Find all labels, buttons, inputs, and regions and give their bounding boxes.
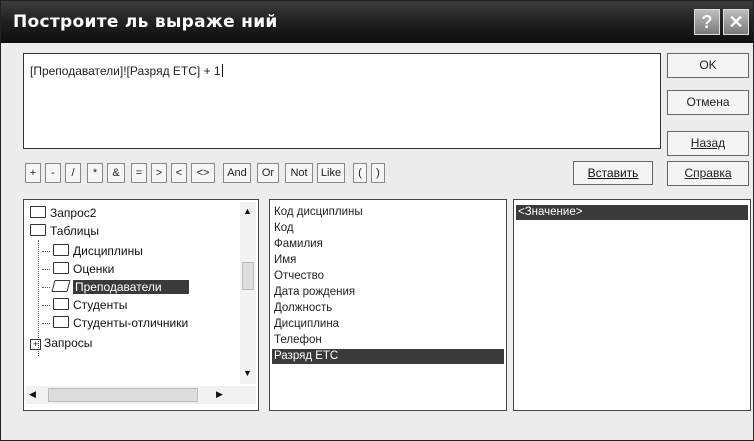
tree-item[interactable]: Дисциплины xyxy=(42,244,143,258)
text-cursor xyxy=(221,64,223,77)
list-item[interactable]: Дата рождения xyxy=(274,286,355,298)
expand-plus-icon: + xyxy=(30,339,41,350)
list-item[interactable]: Дисциплина xyxy=(274,318,339,330)
expression-text: [Преподаватели]![Разряд ETC] + 1 xyxy=(30,64,221,78)
chevron-down-icon[interactable]: ▼ xyxy=(243,368,252,378)
undo-button[interactable]: Назад xyxy=(667,131,749,156)
folder-icon xyxy=(53,244,69,256)
tree-item[interactable]: Таблицы xyxy=(30,224,99,238)
chevron-right-icon[interactable]: ▶ xyxy=(216,389,223,400)
op-like-button[interactable]: Like xyxy=(317,163,345,183)
scroll-thumb[interactable] xyxy=(48,388,198,402)
list-item-selected[interactable]: <Значение> xyxy=(518,206,582,218)
list-item[interactable]: Отчество xyxy=(274,270,324,282)
chevron-left-icon[interactable]: ◀ xyxy=(29,389,36,400)
object-tree[interactable]: Запрос2 Таблицы Дисциплины Оценки Препод… xyxy=(23,199,259,411)
op-equals-button[interactable]: = xyxy=(131,163,147,183)
list-item[interactable]: Имя xyxy=(274,254,296,266)
tree-item[interactable]: Запрос2 xyxy=(30,206,96,220)
list-item-selected[interactable]: Разряд ETC xyxy=(274,350,338,362)
tree-horizontal-scrollbar[interactable]: ◀ ▶ xyxy=(26,386,256,404)
tree-vertical-scrollbar[interactable]: ▲ ▼ xyxy=(240,202,256,384)
tree-item[interactable]: Студенты xyxy=(42,298,127,312)
list-item[interactable]: Телефон xyxy=(274,334,322,346)
chevron-up-icon[interactable]: ▲ xyxy=(243,206,252,216)
tree-item[interactable]: + Запросы xyxy=(30,336,92,350)
op-notequal-button[interactable]: <> xyxy=(191,163,215,183)
tree-item-selected[interactable]: Преподаватели xyxy=(42,280,189,294)
close-icon[interactable]: ✕ xyxy=(723,9,749,35)
op-or-button[interactable]: Or xyxy=(257,163,279,183)
tree-item[interactable]: Студенты-отличники xyxy=(42,316,188,330)
op-concat-button[interactable]: & xyxy=(107,163,125,183)
expression-input[interactable]: [Преподаватели]![Разряд ETC] + 1 xyxy=(23,53,661,149)
scroll-thumb[interactable] xyxy=(242,262,254,290)
field-list[interactable]: Код дисциплины Код Фамилия Имя Отчество … xyxy=(269,199,507,411)
expression-builder-dialog: Построите ль выраже ний ? ✕ [Преподавате… xyxy=(0,0,754,441)
ok-button[interactable]: OK xyxy=(667,53,749,78)
folder-open-icon xyxy=(51,280,71,292)
value-list[interactable]: <Значение> xyxy=(513,199,751,411)
op-less-button[interactable]: < xyxy=(171,163,187,183)
folder-icon xyxy=(53,262,69,274)
folder-icon xyxy=(53,316,69,328)
folder-open-icon xyxy=(30,224,46,236)
window-title: Построите ль выраже ний xyxy=(13,12,278,32)
op-not-button[interactable]: Not xyxy=(285,163,313,183)
help-icon[interactable]: ? xyxy=(694,9,720,35)
op-and-button[interactable]: And xyxy=(223,163,251,183)
list-item[interactable]: Фамилия xyxy=(274,238,323,250)
op-minus-button[interactable]: - xyxy=(45,163,61,183)
op-greater-button[interactable]: > xyxy=(151,163,167,183)
op-open-paren-button[interactable]: ( xyxy=(353,163,367,183)
paste-button[interactable]: Вставить xyxy=(573,161,653,185)
op-multiply-button[interactable]: * xyxy=(87,163,103,183)
op-close-paren-button[interactable]: ) xyxy=(371,163,385,183)
folder-icon xyxy=(53,298,69,310)
help-button[interactable]: Справка xyxy=(667,161,749,186)
folder-icon xyxy=(30,206,46,218)
list-item[interactable]: Код xyxy=(274,222,294,234)
list-item[interactable]: Код дисциплины xyxy=(274,206,363,218)
cancel-button[interactable]: Отмена xyxy=(667,90,749,115)
tree-item[interactable]: Оценки xyxy=(42,262,114,276)
list-item[interactable]: Должность xyxy=(274,302,332,314)
op-divide-button[interactable]: / xyxy=(65,163,81,183)
op-plus-button[interactable]: + xyxy=(25,163,41,183)
title-bar[interactable]: Построите ль выраже ний ? ✕ xyxy=(1,1,753,43)
